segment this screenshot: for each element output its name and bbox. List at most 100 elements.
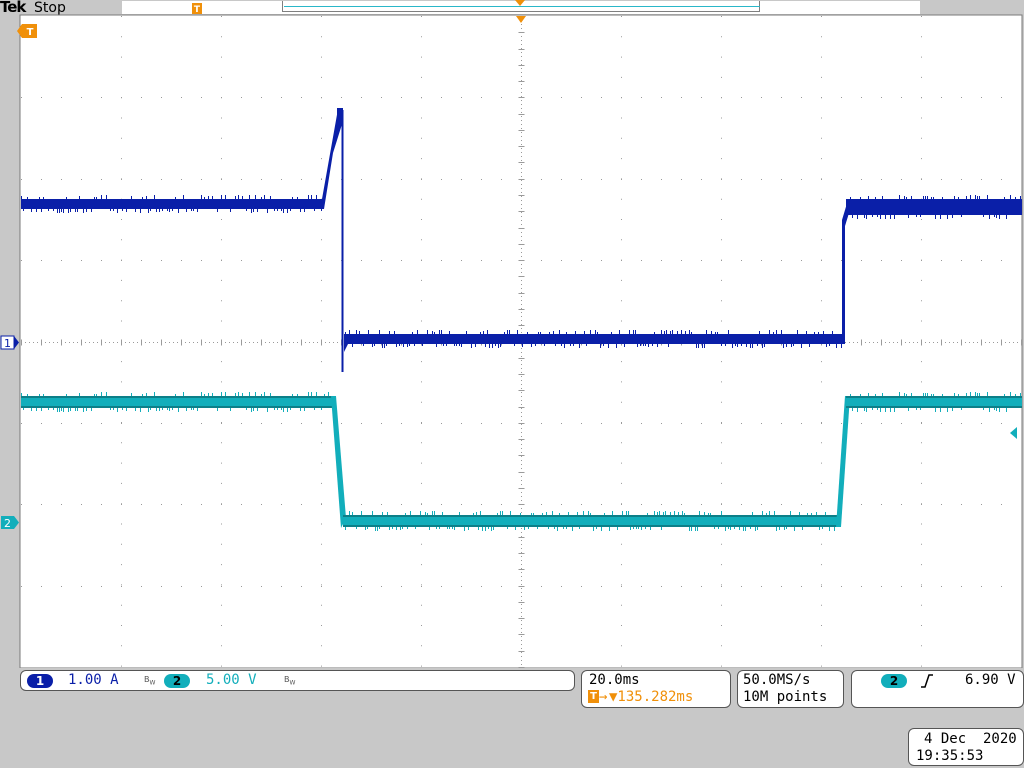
- noise-spike: [814, 332, 815, 334]
- noise-spike: [454, 527, 455, 530]
- noise-spike: [270, 196, 271, 199]
- noise-spike: [954, 196, 955, 199]
- noise-spike: [616, 344, 617, 348]
- noise-spike: [553, 331, 554, 334]
- noise-spike: [197, 408, 198, 411]
- ch1-badge[interactable]: 1: [27, 674, 53, 688]
- noise-spike: [577, 512, 578, 515]
- noise-spike: [600, 344, 601, 348]
- noise-spike: [916, 215, 917, 217]
- noise-spike: [246, 408, 247, 410]
- noise-spike: [579, 527, 580, 529]
- noise-spike: [535, 344, 536, 346]
- noise-spike: [757, 527, 758, 530]
- noise-spike: [999, 215, 1000, 219]
- noise-spike: [79, 393, 80, 396]
- noise-spike: [86, 209, 87, 212]
- noise-spike: [527, 332, 528, 334]
- noise-spike: [415, 527, 416, 529]
- noise-spike: [708, 513, 709, 515]
- noise-spike: [1010, 392, 1011, 396]
- trigger-panel[interactable]: 2 6.90 V: [851, 670, 1024, 708]
- trigger-delay[interactable]: ▼135.282ms: [609, 689, 693, 705]
- noise-spike: [728, 527, 729, 529]
- noise-spike: [63, 408, 64, 412]
- noise-spike: [106, 195, 107, 199]
- noise-spike: [482, 527, 483, 531]
- noise-spike: [432, 331, 433, 334]
- noise-spike: [410, 511, 411, 515]
- noise-spike: [485, 344, 486, 347]
- noise-spike: [638, 527, 639, 529]
- noise-spike: [728, 330, 729, 334]
- ch1-scale[interactable]: 1.00 A: [68, 672, 119, 688]
- noise-spike: [797, 330, 798, 334]
- noise-spike: [933, 394, 934, 396]
- noise-spike: [572, 527, 573, 531]
- noise-spike: [68, 408, 69, 412]
- noise-spike: [568, 512, 569, 515]
- noise-spike: [908, 215, 909, 218]
- noise-spike: [725, 527, 726, 531]
- noise-spike: [958, 197, 959, 199]
- noise-spike: [201, 392, 202, 396]
- noise-spike: [253, 209, 254, 212]
- noise-spike: [489, 344, 490, 348]
- noise-spike: [308, 195, 309, 199]
- noise-spike: [356, 330, 357, 334]
- noise-spike: [409, 344, 410, 346]
- noise-spike: [374, 344, 375, 346]
- timebase-panel[interactable]: 20.0ms T → ▼135.282ms: [581, 670, 731, 708]
- noise-spike: [678, 512, 679, 515]
- noise-spike: [877, 408, 878, 410]
- noise-spike: [522, 344, 523, 347]
- noise-spike: [755, 527, 756, 531]
- channel-scale-panel[interactable]: 1 1.00 A BW 2 5.00 V BW: [20, 670, 575, 691]
- noise-spike: [559, 330, 560, 334]
- noise-spike: [697, 527, 698, 531]
- noise-spike: [405, 513, 406, 515]
- noise-spike: [633, 330, 634, 334]
- noise-spike: [555, 344, 556, 346]
- noise-spike: [802, 527, 803, 530]
- noise-spike: [566, 332, 567, 334]
- noise-spike: [225, 392, 226, 396]
- noise-spike: [230, 408, 231, 411]
- ch2-badge[interactable]: 2: [164, 674, 190, 688]
- noise-spike: [987, 392, 988, 396]
- noise-spike: [890, 408, 891, 412]
- noise-spike: [857, 215, 858, 219]
- noise-spike: [502, 511, 503, 515]
- noise-spike: [175, 197, 176, 199]
- noise-spike: [311, 195, 312, 199]
- noise-spike: [584, 331, 585, 334]
- acquisition-panel[interactable]: 50.0MS/s 10M points: [737, 670, 844, 708]
- noise-spike: [281, 209, 282, 211]
- noise-spike: [471, 344, 472, 348]
- noise-spike: [906, 394, 907, 396]
- noise-spike: [146, 393, 147, 396]
- noise-spike: [70, 209, 71, 212]
- noise-spike: [396, 344, 397, 347]
- noise-spike: [544, 344, 545, 346]
- record-length[interactable]: 10M points: [743, 689, 827, 705]
- ch2-scale[interactable]: 5.00 V: [206, 672, 257, 688]
- noise-spike: [704, 512, 705, 515]
- noise-spike: [691, 527, 692, 531]
- noise-spike: [178, 209, 179, 213]
- horizontal-scale[interactable]: 20.0ms: [589, 672, 640, 688]
- noise-spike: [750, 527, 751, 529]
- noise-spike: [287, 209, 288, 213]
- noise-spike: [746, 344, 747, 347]
- noise-spike: [1020, 196, 1021, 199]
- sample-rate[interactable]: 50.0MS/s: [743, 672, 810, 688]
- trigger-level[interactable]: 6.90 V: [965, 672, 1016, 688]
- noise-spike: [461, 344, 462, 347]
- noise-spike: [931, 394, 932, 396]
- noise-spike: [947, 408, 948, 412]
- noise-spike: [217, 408, 218, 411]
- noise-spike: [935, 215, 936, 219]
- noise-spike: [603, 344, 604, 346]
- trigger-source-badge[interactable]: 2: [881, 674, 907, 688]
- noise-spike: [721, 511, 722, 515]
